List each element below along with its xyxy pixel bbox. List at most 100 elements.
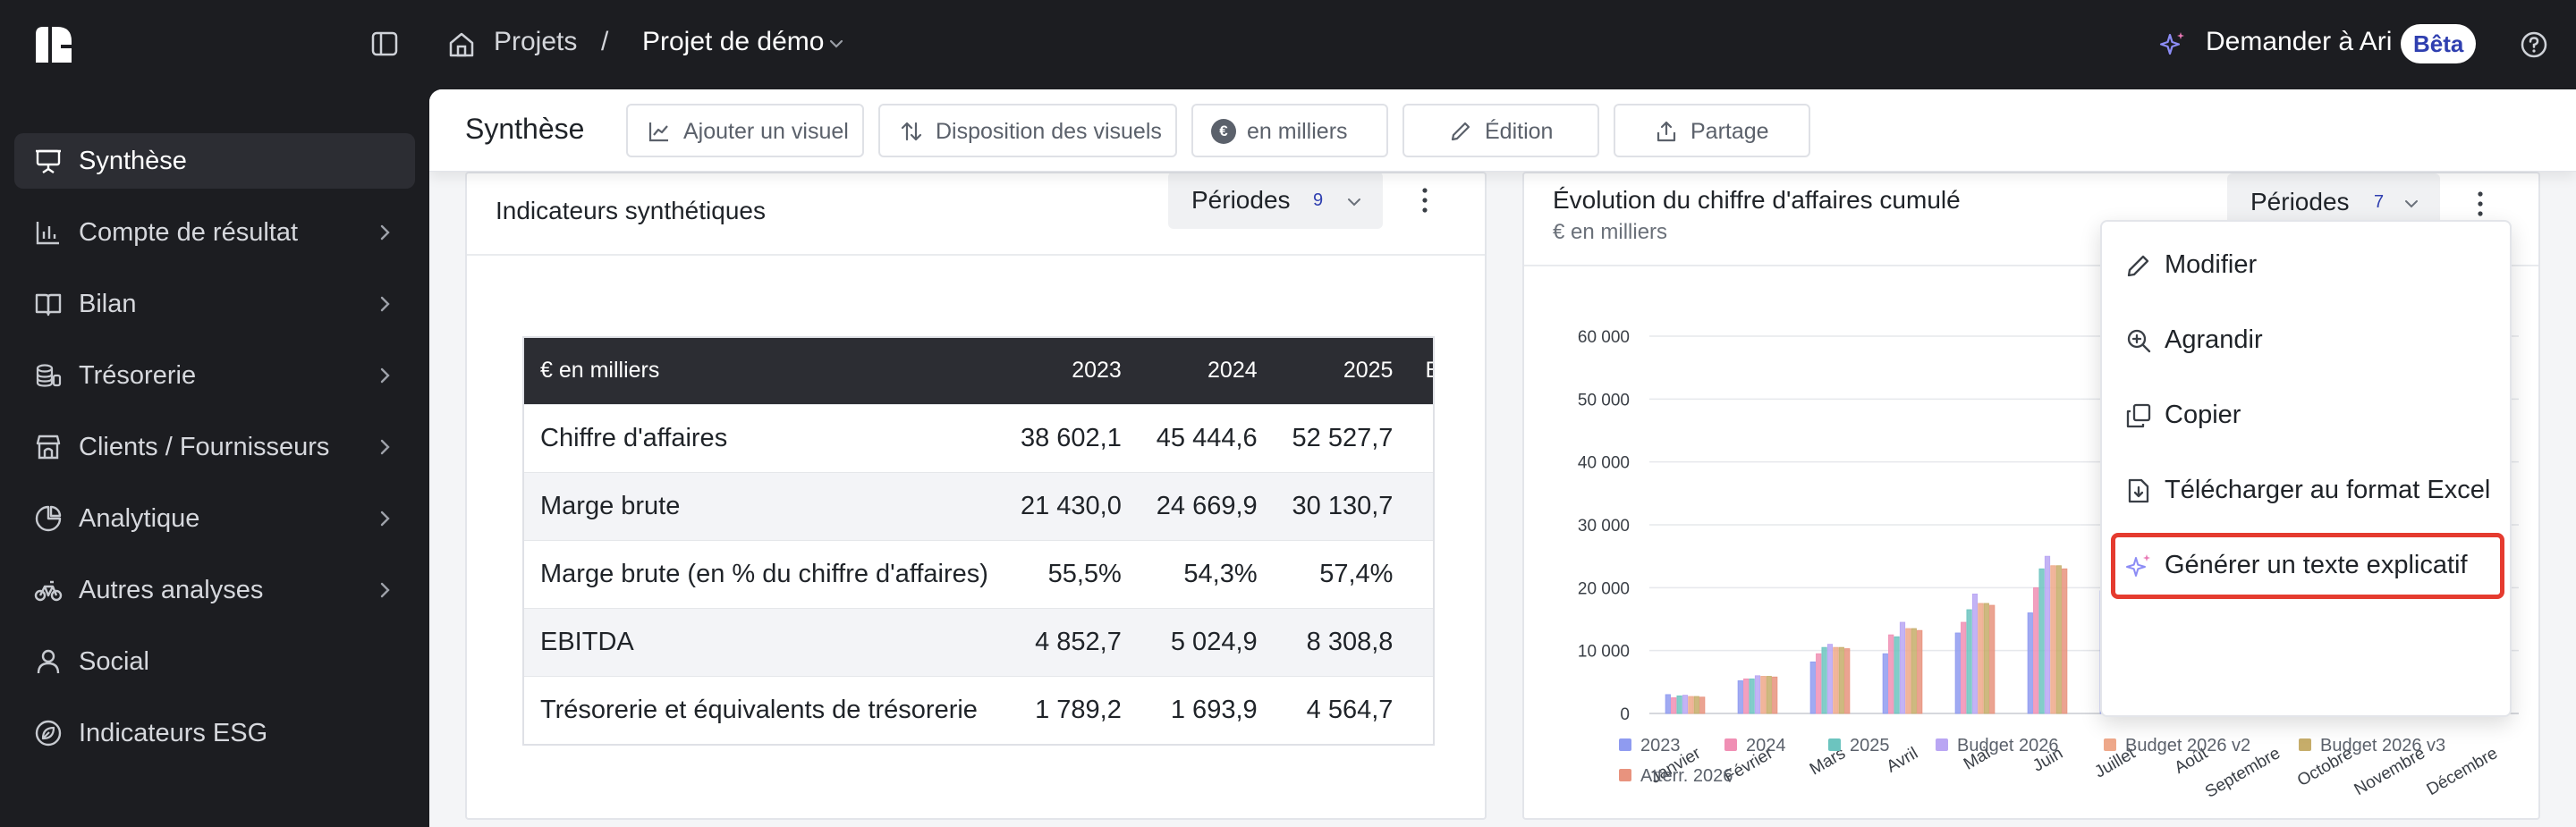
table-row: EBITDA 4 852,7 5 024,9 8 308,8	[524, 607, 1433, 676]
menu-item-copy[interactable]: Copier	[2111, 383, 2504, 449]
chart-bar	[1989, 604, 1996, 714]
sidebar-item-bilan[interactable]: Bilan	[14, 276, 415, 332]
sidebar-item-tresorerie[interactable]: Trésorerie	[14, 348, 415, 403]
chart-bar	[1743, 678, 1750, 714]
chart-bar	[2038, 568, 2045, 714]
edit-button[interactable]: Édition	[1402, 104, 1599, 157]
help-icon[interactable]	[2519, 30, 2549, 60]
menu-item-file-download[interactable]: Télécharger au format Excel	[2111, 458, 2504, 524]
book-icon	[35, 293, 62, 316]
legend-label: Budget 2026	[1957, 736, 2058, 755]
menu-item-zoom-in[interactable]: Agrandir	[2111, 308, 2504, 374]
menu-item-label: Agrandir	[2165, 325, 2263, 354]
chart-bar	[1766, 676, 1772, 714]
sidebar-item-indicateurs-esg[interactable]: Indicateurs ESG	[14, 705, 415, 761]
table-header-row: € en milliers 2023 2024 2025 B	[524, 338, 1433, 404]
legend-label: Budget 2026 v2	[2125, 736, 2250, 755]
table-cell: Chiffre d'affaires	[524, 403, 1004, 472]
sidebar-item-label: Indicateurs ESG	[79, 719, 268, 747]
legend-swatch	[1619, 738, 1631, 751]
chevron-right-icon	[380, 439, 390, 455]
sidebar-item-autres-analyses[interactable]: Autres analyses	[14, 562, 415, 618]
legend-swatch	[2299, 738, 2311, 751]
card-divider	[467, 254, 1485, 256]
kpi-card-title: Indicateurs synthétiques	[496, 197, 766, 224]
chart-bar	[1676, 695, 1682, 714]
ask-ari-button[interactable]: Demander à Ari	[2206, 27, 2392, 57]
table-header-cell: € en milliers	[524, 338, 1004, 404]
chart-bar	[1682, 695, 1689, 714]
menu-item-sparkles[interactable]: Générer un texte explicatif	[2111, 533, 2504, 599]
table-cell: 57,4%	[1273, 539, 1410, 608]
share-button[interactable]: Partage	[1614, 104, 1810, 157]
sidebar-toggle-icon[interactable]	[370, 30, 399, 58]
menu-item-pencil[interactable]: Modifier	[2111, 232, 2504, 299]
chevron-down-icon[interactable]	[826, 34, 846, 54]
main-content: Synthèse Ajouter un visuel Disposition d…	[429, 89, 2576, 827]
units-button[interactable]: € en milliers	[1191, 104, 1388, 157]
chevron-right-icon	[380, 582, 390, 598]
chevron-right-icon	[380, 224, 390, 241]
table-row: Marge brute 21 430,0 24 669,9 30 130,7	[524, 471, 1433, 540]
chart-bar	[1971, 593, 1979, 714]
breadcrumb-current-project[interactable]: Projet de démo	[642, 27, 824, 57]
bike-icon	[34, 580, 63, 602]
leaf-circle-icon	[35, 720, 62, 747]
pie-chart-icon	[35, 505, 62, 532]
chart-bar	[1961, 621, 1967, 714]
chart-bar	[1983, 603, 1989, 714]
table-header-cell: B	[1409, 338, 1433, 404]
table-cell: 38 602,1	[1004, 403, 1138, 472]
chevron-right-icon	[380, 511, 390, 527]
chart-bar	[1978, 603, 1984, 714]
table-cell	[1409, 675, 1433, 744]
legend-swatch	[1619, 769, 1631, 781]
sidebar-item-label: Trésorerie	[79, 361, 197, 390]
sparkles-icon[interactable]	[2157, 30, 2188, 60]
sidebar-item-label: Analytique	[79, 504, 200, 533]
periods-button[interactable]: Périodes 9	[1168, 173, 1383, 229]
line-chart-icon	[648, 122, 668, 142]
visual-layout-label: Disposition des visuels	[936, 119, 1162, 144]
share-label: Partage	[1690, 119, 1769, 144]
table-cell	[1409, 471, 1433, 540]
table-cell: 30 130,7	[1273, 471, 1410, 540]
breadcrumb-projects[interactable]: Projets	[494, 27, 577, 57]
more-options-icon[interactable]	[1420, 186, 1429, 215]
chart-bar	[2033, 586, 2039, 714]
kpi-table: € en milliers 2023 2024 2025 B Chiffre d…	[522, 336, 1435, 746]
zoom-in-icon	[2127, 329, 2151, 353]
chart-bar	[1749, 678, 1755, 714]
sidebar-item-compte-de-resultat[interactable]: Compte de résultat	[14, 205, 415, 260]
chart-bar	[1688, 696, 1694, 714]
sidebar-item-clients-fournisseurs[interactable]: Clients / Fournisseurs	[14, 419, 415, 475]
sparkles-icon	[2126, 554, 2150, 577]
table-header-cell: 2023	[1004, 338, 1138, 404]
sidebar-item-label: Synthèse	[79, 147, 187, 175]
table-cell: 54,3%	[1137, 539, 1274, 608]
visual-layout-button[interactable]: Disposition des visuels	[878, 104, 1177, 157]
pencil-icon	[2127, 255, 2149, 277]
sidebar-item-social[interactable]: Social	[14, 634, 415, 689]
sidebar-item-label: Social	[79, 647, 149, 676]
y-tick-label: 10 000	[1578, 643, 1630, 662]
table-cell: 5 024,9	[1137, 607, 1274, 676]
chart-bar	[1699, 696, 1706, 714]
chart-bar	[1894, 636, 1900, 714]
sidebar-item-label: Bilan	[79, 290, 137, 318]
home-icon[interactable]	[447, 30, 476, 59]
legend-label: 2024	[1746, 736, 1786, 755]
add-visual-button[interactable]: Ajouter un visuel	[626, 104, 864, 157]
chart-bar	[1888, 634, 1894, 714]
chart-bar	[1905, 628, 1911, 714]
sidebar-item-synthese[interactable]: Synthèse	[14, 133, 415, 189]
y-tick-label: 50 000	[1578, 391, 1630, 409]
y-tick-label: 20 000	[1578, 579, 1630, 598]
chart-bar	[1954, 632, 1961, 714]
edit-label: Édition	[1485, 119, 1554, 144]
table-cell: 4 852,7	[1004, 607, 1138, 676]
periods-label: Périodes	[1191, 186, 1291, 214]
sidebar-item-analytique[interactable]: Analytique	[14, 491, 415, 546]
chart-bar	[1693, 696, 1699, 714]
app-logo[interactable]	[34, 25, 73, 64]
